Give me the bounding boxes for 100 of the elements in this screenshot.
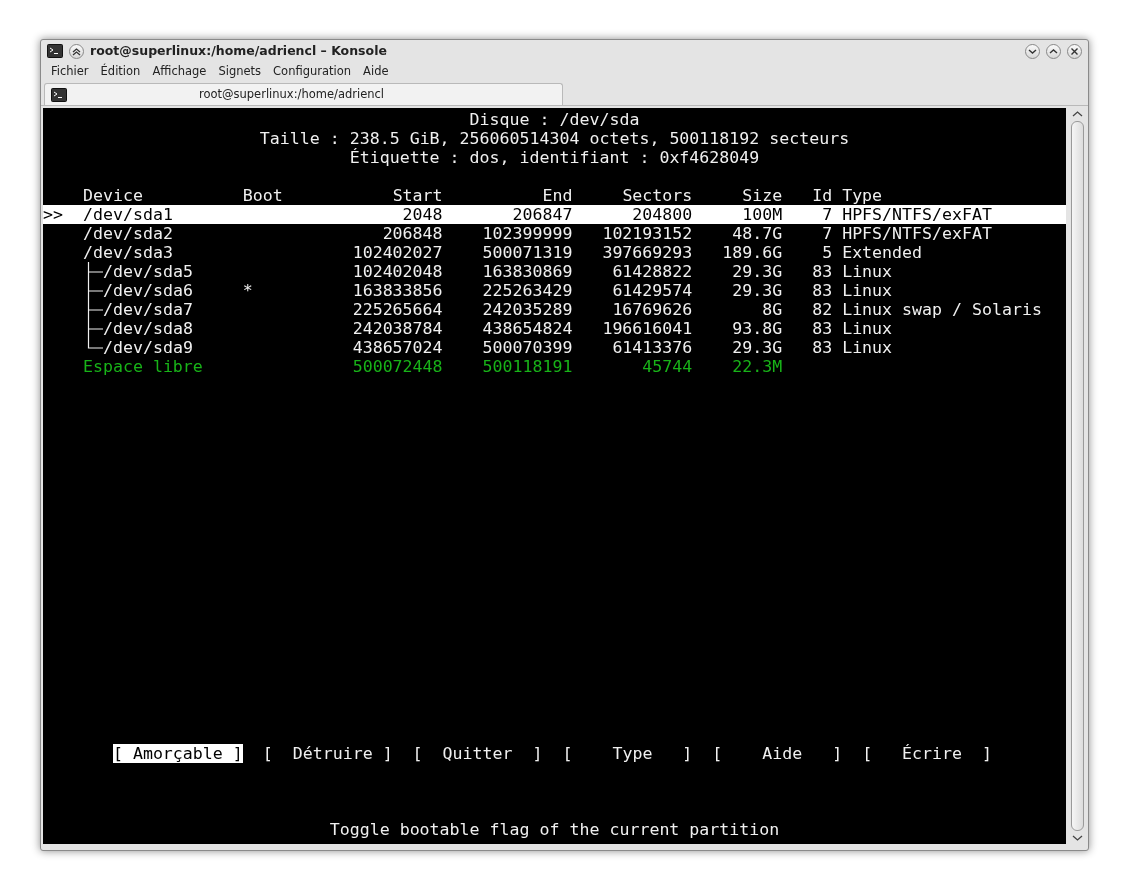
disk-info-line: Taille : 238.5 GiB, 256060514304 octets, 500118192 secteurs	[259, 129, 850, 148]
partition-row[interactable]: Espace libre 500072448 500118191 45744 22.3M	[43, 357, 1066, 376]
partition-type: Linux	[842, 319, 893, 338]
partition-row[interactable]: >> /dev/sda1 2048 206847 204800 100M 7 HPFS/NTFS/exFAT	[43, 205, 1066, 224]
partition-type: HPFS/NTFS/exFAT	[842, 205, 992, 224]
sector-count: 397669293	[601, 243, 693, 262]
column-header: Sectors	[621, 186, 693, 205]
start-sector: 225265664	[351, 300, 443, 319]
sector-count: 45744	[641, 357, 693, 376]
device-name: /dev/sda9	[102, 338, 193, 357]
close-icon	[1070, 46, 1079, 56]
partition-size: 189.6G	[721, 243, 783, 262]
menu-item[interactable]: Signets	[212, 63, 268, 81]
menu-action[interactable]: [ Écrire ]	[862, 744, 992, 763]
end-sector: 500071319	[481, 243, 573, 262]
end-sector: 102399999	[481, 224, 573, 243]
partition-size: 29.3G	[731, 281, 783, 300]
column-header: Start	[391, 186, 443, 205]
column-header: Id	[811, 186, 833, 205]
menu-item[interactable]: Configuration	[267, 63, 358, 81]
menu-action[interactable]: [ Aide ]	[712, 744, 843, 763]
partition-type: HPFS/NTFS/exFAT	[842, 224, 992, 243]
start-sector: 206848	[381, 224, 443, 243]
end-sector: 163830869	[481, 262, 573, 281]
scrollbar-thumb[interactable]	[1070, 121, 1084, 831]
partition-id: 5	[821, 243, 833, 262]
partition-row[interactable]: /dev/sda3 102402027 500071319 397669293 189.6G 5 Extended	[43, 243, 1066, 262]
partition-type: Linux swap / Solaris	[842, 300, 1042, 319]
end-sector: 500118191	[481, 357, 573, 376]
status-line: Toggle bootable flag of the current partition	[329, 820, 780, 839]
end-sector: 225263429	[481, 281, 573, 300]
menu-item[interactable]: Affichage	[146, 63, 213, 81]
tab-label: root@superlinux:/home/adriencl	[197, 85, 386, 103]
terminal-icon	[47, 44, 63, 58]
device-name: /dev/sda8	[102, 319, 193, 338]
sector-count: 204800	[631, 205, 693, 224]
minimize-button[interactable]	[1025, 43, 1040, 59]
partition-size: 29.3G	[731, 338, 783, 357]
start-sector: 163833856	[351, 281, 443, 300]
partition-type: Linux	[842, 281, 893, 300]
partition-id: 83	[811, 281, 833, 300]
partition-type: Extended	[842, 243, 923, 262]
start-sector: 500072448	[351, 357, 443, 376]
partition-size: 29.3G	[731, 262, 783, 281]
partition-size: 48.7G	[731, 224, 783, 243]
device-name: /dev/sda3	[82, 243, 174, 262]
window-title: root@superlinux:/home/adriencl – Konsole	[90, 41, 387, 60]
disk-info-line: Étiquette : dos, identifiant : 0xf4628049	[349, 148, 760, 167]
menu-action[interactable]: [ Détruire ]	[262, 744, 393, 763]
menu-action[interactable]: [ Amorçable ]	[112, 744, 243, 763]
menu-item[interactable]: Fichier	[45, 63, 95, 81]
device-name: /dev/sda7	[102, 300, 193, 319]
keep-above-button[interactable]	[69, 43, 84, 59]
partition-type: Linux	[842, 338, 893, 357]
sector-count: 16769626	[611, 300, 693, 319]
partition-row[interactable]: /dev/sda7 225265664 242035289 16769626 8G 82 Linux swap / Solaris	[43, 300, 1066, 319]
start-sector: 102402027	[351, 243, 443, 262]
sector-count: 102193152	[601, 224, 693, 243]
partition-id: 83	[811, 338, 833, 357]
column-header: Type	[842, 186, 883, 205]
menu-action[interactable]: [ Type ]	[562, 744, 693, 763]
sector-count: 61429574	[611, 281, 693, 300]
terminal-icon	[51, 87, 67, 102]
partition-row[interactable]: /dev/sda8 242038784 438654824 196616041 93.8G 83 Linux	[43, 319, 1066, 338]
column-header: End	[541, 186, 573, 205]
tab[interactable]: root@superlinux:/home/adriencl	[44, 83, 563, 105]
start-sector: 242038784	[351, 319, 443, 338]
sector-count: 61428822	[611, 262, 693, 281]
end-sector: 242035289	[481, 300, 573, 319]
partition-row[interactable]: /dev/sda9 438657024 500070399 61413376 29.3G 83 Linux	[43, 338, 1066, 357]
disk-info-line: Disque : /dev/sda	[469, 110, 640, 129]
partition-type: Linux	[842, 262, 893, 281]
menu-item[interactable]: Aide	[357, 63, 395, 81]
sector-count: 196616041	[601, 319, 693, 338]
chevron-up-icon	[1049, 46, 1058, 56]
close-button[interactable]	[1067, 43, 1082, 59]
end-sector: 500070399	[481, 338, 573, 357]
partition-row[interactable]: /dev/sda2 206848 102399999 102193152 48.7G 7 HPFS/NTFS/exFAT	[43, 224, 1066, 243]
device-name: /dev/sda5	[102, 262, 193, 281]
menu-item[interactable]: Édition	[94, 63, 147, 81]
scrollbar[interactable]	[1068, 108, 1086, 844]
start-sector: 438657024	[351, 338, 443, 357]
boot-asterisk-text: *	[242, 281, 254, 300]
cursor-marker: >>	[43, 205, 64, 224]
device-name: /dev/sda6	[102, 281, 193, 300]
partition-id: 7	[821, 224, 833, 243]
scroll-down-icon[interactable]	[1071, 834, 1083, 842]
menu-action[interactable]: [ Quitter ]	[412, 744, 543, 763]
maximize-button[interactable]	[1046, 43, 1061, 59]
partition-id: 83	[811, 319, 833, 338]
partition-id: 83	[811, 262, 833, 281]
end-sector: 206847	[511, 205, 573, 224]
column-header: Device	[82, 186, 144, 205]
scroll-up-icon[interactable]	[1071, 110, 1083, 118]
chevron-down-icon	[1028, 46, 1037, 56]
device-name: /dev/sda1	[82, 205, 174, 224]
end-sector: 438654824	[481, 319, 573, 338]
partition-row[interactable]: /dev/sda5 102402048 163830869 61428822 29.3G 83 Linux	[43, 262, 1066, 281]
double-chevron-up-icon	[72, 46, 81, 56]
partition-row[interactable]: /dev/sda6 * 163833856 225263429 61429574 29.3G 83 Linux	[43, 281, 1066, 300]
